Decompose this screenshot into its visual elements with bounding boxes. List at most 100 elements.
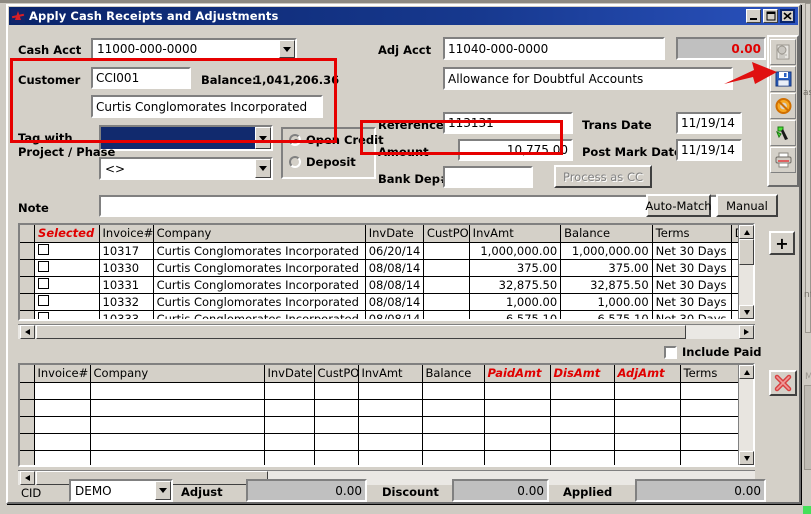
cell-disamt xyxy=(550,450,614,467)
scroll-up-button[interactable] xyxy=(739,365,754,379)
col-balance[interactable]: Balance xyxy=(422,365,484,382)
col-invoice[interactable]: Invoice# xyxy=(34,365,90,382)
col-custpo[interactable]: CustPO xyxy=(423,225,469,242)
auto-match-button[interactable]: Auto-Match xyxy=(646,194,711,217)
project-phase-chevron-down-icon[interactable] xyxy=(255,159,271,178)
delete-row-button[interactable] xyxy=(769,370,797,396)
radio-open-credit-label: Open Credit xyxy=(306,133,384,147)
tag-with-chevron-down-icon[interactable] xyxy=(255,127,271,149)
adj-acct-input[interactable]: 11040-000-0000 xyxy=(443,37,665,60)
col-adjamt[interactable]: AdjAmt xyxy=(614,365,680,382)
adj-acct-description-input[interactable]: Allowance for Doubtful Accounts xyxy=(443,67,733,90)
col-selected[interactable]: Selected xyxy=(35,225,99,242)
cid-chevron-down-icon[interactable] xyxy=(155,481,171,500)
print-button[interactable] xyxy=(770,147,796,173)
row-checkbox[interactable] xyxy=(38,278,49,289)
row-marker[interactable] xyxy=(20,293,35,310)
note-input[interactable] xyxy=(99,195,735,217)
add-row-button[interactable]: + xyxy=(769,231,795,255)
col-terms[interactable]: Terms xyxy=(652,225,731,242)
new-document-button[interactable] xyxy=(770,39,796,65)
row-marker[interactable] xyxy=(20,450,34,467)
bank-dep-input[interactable] xyxy=(443,166,533,188)
radio-open-credit[interactable]: Open Credit xyxy=(289,133,384,147)
col-invdate[interactable]: InvDate xyxy=(365,225,423,242)
manual-button[interactable]: Manual xyxy=(716,194,778,217)
applied-invoices-grid[interactable]: Invoice# Company InvDate CustPO InvAmt B… xyxy=(18,363,755,467)
maximize-button[interactable] xyxy=(763,9,778,23)
include-paid-checkbox[interactable]: Include Paid xyxy=(664,345,762,359)
radio-deposit-dot xyxy=(289,156,301,168)
scroll-left-button[interactable] xyxy=(20,471,35,485)
open-invoices-vscrollbar[interactable] xyxy=(738,225,753,319)
table-row xyxy=(20,399,755,416)
trans-date-input[interactable]: 11/19/14 xyxy=(676,112,742,134)
row-marker[interactable] xyxy=(20,399,34,416)
tools-button[interactable] xyxy=(770,120,796,146)
cell-selected[interactable] xyxy=(35,293,99,310)
cell-balance xyxy=(422,416,484,433)
print-icon xyxy=(774,151,793,169)
row-marker[interactable] xyxy=(20,276,35,293)
row-marker[interactable] xyxy=(20,382,34,399)
customer-code-input[interactable]: CCI001 xyxy=(91,67,191,89)
chevron-down-icon[interactable] xyxy=(279,40,295,58)
cash-acct-combo[interactable]: 11000-000-0000 xyxy=(91,38,297,60)
col-invamt[interactable]: InvAmt xyxy=(469,225,561,242)
row-marker[interactable] xyxy=(20,310,35,321)
col-custpo[interactable]: CustPO xyxy=(314,365,358,382)
col-company[interactable]: Company xyxy=(153,225,365,242)
process-as-cc-button[interactable]: Process as CC xyxy=(554,165,652,188)
col-paidamt[interactable]: PaidAmt xyxy=(484,365,550,382)
scroll-thumb[interactable] xyxy=(739,239,754,265)
row-marker[interactable] xyxy=(20,259,35,276)
scroll-left-button[interactable] xyxy=(20,325,35,339)
cell-disamt xyxy=(550,382,614,399)
scroll-right-button[interactable] xyxy=(739,325,754,339)
amount-input[interactable]: 10,775.00 xyxy=(458,139,573,161)
cell-invoice: 10333 xyxy=(99,310,153,321)
col-disamt[interactable]: DisAmt xyxy=(550,365,614,382)
cancel-button[interactable] xyxy=(770,93,796,119)
cell-selected[interactable] xyxy=(35,310,99,321)
close-button[interactable] xyxy=(780,9,795,23)
save-button[interactable] xyxy=(770,66,796,92)
minimize-button[interactable] xyxy=(746,9,761,23)
include-paid-box[interactable] xyxy=(664,346,677,359)
cid-combo[interactable]: DEMO xyxy=(69,479,173,502)
row-checkbox[interactable] xyxy=(38,312,49,322)
col-company[interactable]: Company xyxy=(90,365,264,382)
scroll-up-button[interactable] xyxy=(739,225,754,239)
cell-invamt: 32,875.50 xyxy=(469,276,561,293)
open-invoices-hscrollbar[interactable] xyxy=(18,324,755,339)
scroll-down-button[interactable] xyxy=(739,451,754,465)
radio-deposit[interactable]: Deposit xyxy=(289,155,356,169)
cell-selected[interactable] xyxy=(35,259,99,276)
project-phase-combo[interactable]: <> xyxy=(99,157,273,180)
row-marker[interactable] xyxy=(20,242,35,259)
col-balance[interactable]: Balance xyxy=(561,225,653,242)
row-checkbox[interactable] xyxy=(38,261,49,272)
tag-with-combo[interactable] xyxy=(99,125,273,151)
col-invdate[interactable]: InvDate xyxy=(264,365,314,382)
row-marker[interactable] xyxy=(20,416,34,433)
scroll-thumb-horizontal[interactable] xyxy=(36,325,686,339)
reference-input[interactable]: 113131 xyxy=(443,112,573,134)
cell-terms xyxy=(680,450,740,467)
col-invamt[interactable]: InvAmt xyxy=(358,365,422,382)
applied-vscrollbar[interactable] xyxy=(738,365,753,465)
cell-balance xyxy=(422,399,484,416)
open-invoices-grid[interactable]: Selected Invoice# Company InvDate CustPO… xyxy=(18,223,755,321)
row-checkbox[interactable] xyxy=(38,244,49,255)
customer-name-input[interactable]: Curtis Conglomorates Incorporated xyxy=(91,95,323,118)
row-marker[interactable] xyxy=(20,433,34,450)
scroll-down-button[interactable] xyxy=(739,305,754,319)
table-row xyxy=(20,433,755,450)
title-bar[interactable]: Apply Cash Receipts and Adjustments xyxy=(9,7,798,25)
col-terms[interactable]: Terms xyxy=(680,365,740,382)
post-mark-date-input[interactable]: 11/19/14 xyxy=(676,139,742,161)
cell-selected[interactable] xyxy=(35,242,99,259)
row-checkbox[interactable] xyxy=(38,295,49,306)
cell-selected[interactable] xyxy=(35,276,99,293)
col-invoice[interactable]: Invoice# xyxy=(99,225,153,242)
